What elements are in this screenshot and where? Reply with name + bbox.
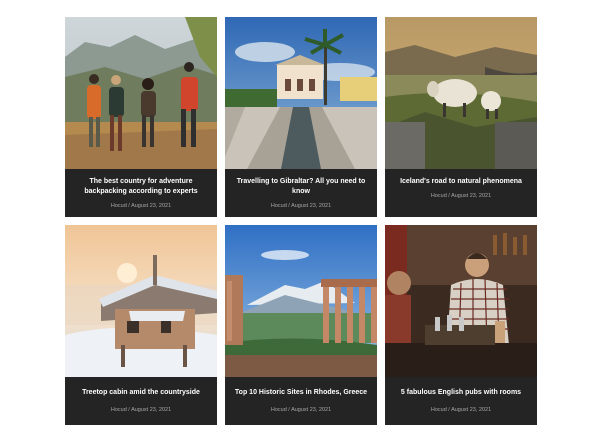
meta-separator: / — [448, 193, 450, 199]
post-author[interactable]: Hocud — [431, 407, 447, 413]
post-title[interactable]: Iceland's road to natural phenomena — [393, 177, 529, 187]
meta-separator: / — [288, 203, 290, 209]
meta-separator: / — [128, 203, 130, 209]
snowy-cabin-image — [65, 225, 217, 377]
post-grid: The best country for adventure backpacki… — [0, 0, 600, 425]
post-meta: Hocud / August 23, 2021 — [393, 406, 529, 414]
post-thumbnail-backpackers[interactable] — [65, 17, 217, 169]
post-date: August 23, 2021 — [291, 407, 332, 413]
ruins-image — [225, 225, 377, 377]
post-meta: Hocud / August 23, 2021 — [233, 202, 369, 210]
post-title[interactable]: Top 10 Historic Sites in Rhodes, Greece — [233, 388, 369, 398]
post-title[interactable]: The best country for adventure backpacki… — [73, 177, 209, 197]
post-thumbnail-cabin[interactable] — [65, 225, 217, 377]
post-title[interactable]: Travelling to Gibraltar? All you need to… — [233, 177, 369, 197]
post-date: August 23, 2021 — [451, 193, 492, 199]
post-date: August 23, 2021 — [291, 203, 332, 209]
sheep-image — [385, 17, 537, 169]
post-thumbnail-gibraltar[interactable] — [225, 17, 377, 169]
post-thumbnail-rhodes[interactable] — [225, 225, 377, 377]
post-card[interactable]: Top 10 Historic Sites in Rhodes, Greece … — [225, 225, 377, 425]
meta-separator: / — [128, 407, 130, 413]
post-date: August 23, 2021 — [131, 203, 172, 209]
post-author[interactable]: Hocud — [271, 407, 287, 413]
post-author[interactable]: Hocud — [111, 203, 127, 209]
post-caption: Iceland's road to natural phenomena Hocu… — [385, 169, 537, 217]
post-card[interactable]: The best country for adventure backpacki… — [65, 17, 217, 217]
meta-separator: / — [448, 407, 450, 413]
post-caption: Treetop cabin amid the countryside Hocud… — [65, 377, 217, 425]
post-meta: Hocud / August 23, 2021 — [233, 406, 369, 414]
post-meta: Hocud / August 23, 2021 — [393, 192, 529, 200]
post-card[interactable]: Treetop cabin amid the countryside Hocud… — [65, 225, 217, 425]
post-meta: Hocud / August 23, 2021 — [73, 406, 209, 414]
post-caption: The best country for adventure backpacki… — [65, 169, 217, 217]
post-thumbnail-iceland[interactable] — [385, 17, 537, 169]
post-meta: Hocud / August 23, 2021 — [73, 202, 209, 210]
palm-garden-image — [225, 17, 377, 169]
post-date: August 23, 2021 — [451, 407, 492, 413]
post-title[interactable]: Treetop cabin amid the countryside — [73, 388, 209, 398]
post-title[interactable]: 5 fabulous English pubs with rooms — [393, 388, 529, 398]
post-date: August 23, 2021 — [131, 407, 172, 413]
post-card[interactable]: Iceland's road to natural phenomena Hocu… — [385, 17, 537, 217]
post-author[interactable]: Hocud — [431, 193, 447, 199]
post-caption: 5 fabulous English pubs with rooms Hocud… — [385, 377, 537, 425]
post-author[interactable]: Hocud — [271, 203, 287, 209]
backpackers-image — [65, 17, 217, 169]
post-thumbnail-pubs[interactable] — [385, 225, 537, 377]
post-caption: Travelling to Gibraltar? All you need to… — [225, 169, 377, 217]
post-author[interactable]: Hocud — [111, 407, 127, 413]
post-card[interactable]: 5 fabulous English pubs with rooms Hocud… — [385, 225, 537, 425]
pub-bartender-image — [385, 225, 537, 377]
post-card[interactable]: Travelling to Gibraltar? All you need to… — [225, 17, 377, 217]
meta-separator: / — [288, 407, 290, 413]
post-caption: Top 10 Historic Sites in Rhodes, Greece … — [225, 377, 377, 425]
